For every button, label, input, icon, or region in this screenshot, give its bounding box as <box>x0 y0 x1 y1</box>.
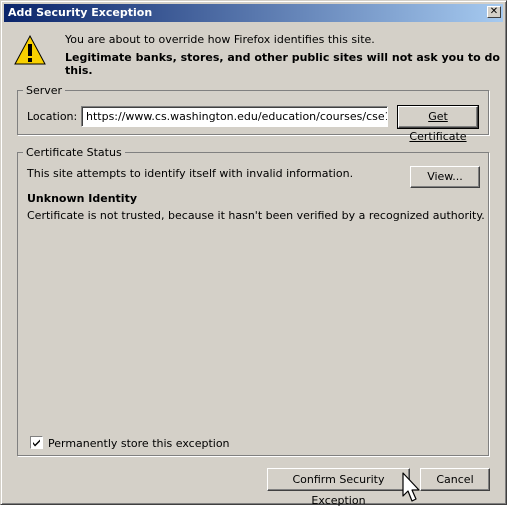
certificate-status-description: This site attempts to identify itself wi… <box>27 167 354 180</box>
identity-heading: Unknown Identity <box>27 192 138 205</box>
title-bar[interactable]: Add Security Exception ✕ <box>4 4 503 22</box>
warning-icon <box>14 34 46 65</box>
location-label: Location: <box>27 110 78 123</box>
security-exception-dialog: Add Security Exception ✕ You are about t… <box>0 0 507 507</box>
close-icon: ✕ <box>489 6 499 17</box>
intro-line-1: You are about to override how Firefox id… <box>65 33 375 46</box>
intro-line-2: Legitimate banks, stores, and other publ… <box>65 51 500 77</box>
store-exception-checkbox[interactable] <box>30 436 43 449</box>
store-exception-label[interactable]: Permanently store this exception <box>48 437 230 450</box>
view-button-label: View... <box>427 170 463 183</box>
location-input[interactable]: https://www.cs.washington.edu/education/… <box>81 106 388 127</box>
get-certificate-label: Get Certificate <box>409 110 467 143</box>
view-button[interactable]: View... <box>410 166 480 188</box>
mouse-pointer-icon <box>402 472 420 502</box>
cancel-button-label: Cancel <box>436 473 474 486</box>
cancel-button[interactable]: Cancel <box>420 468 490 491</box>
identity-detail: Certificate is not trusted, because it h… <box>27 209 485 222</box>
close-button[interactable]: ✕ <box>487 6 501 18</box>
dialog-title: Add Security Exception <box>8 6 153 19</box>
server-legend: Server <box>23 84 66 97</box>
get-certificate-button[interactable]: Get Certificate <box>397 105 479 143</box>
certificate-status-legend: Certificate Status <box>23 146 125 159</box>
confirm-security-exception-button[interactable]: Confirm Security Exception <box>267 468 410 507</box>
checkmark-icon <box>33 439 40 447</box>
